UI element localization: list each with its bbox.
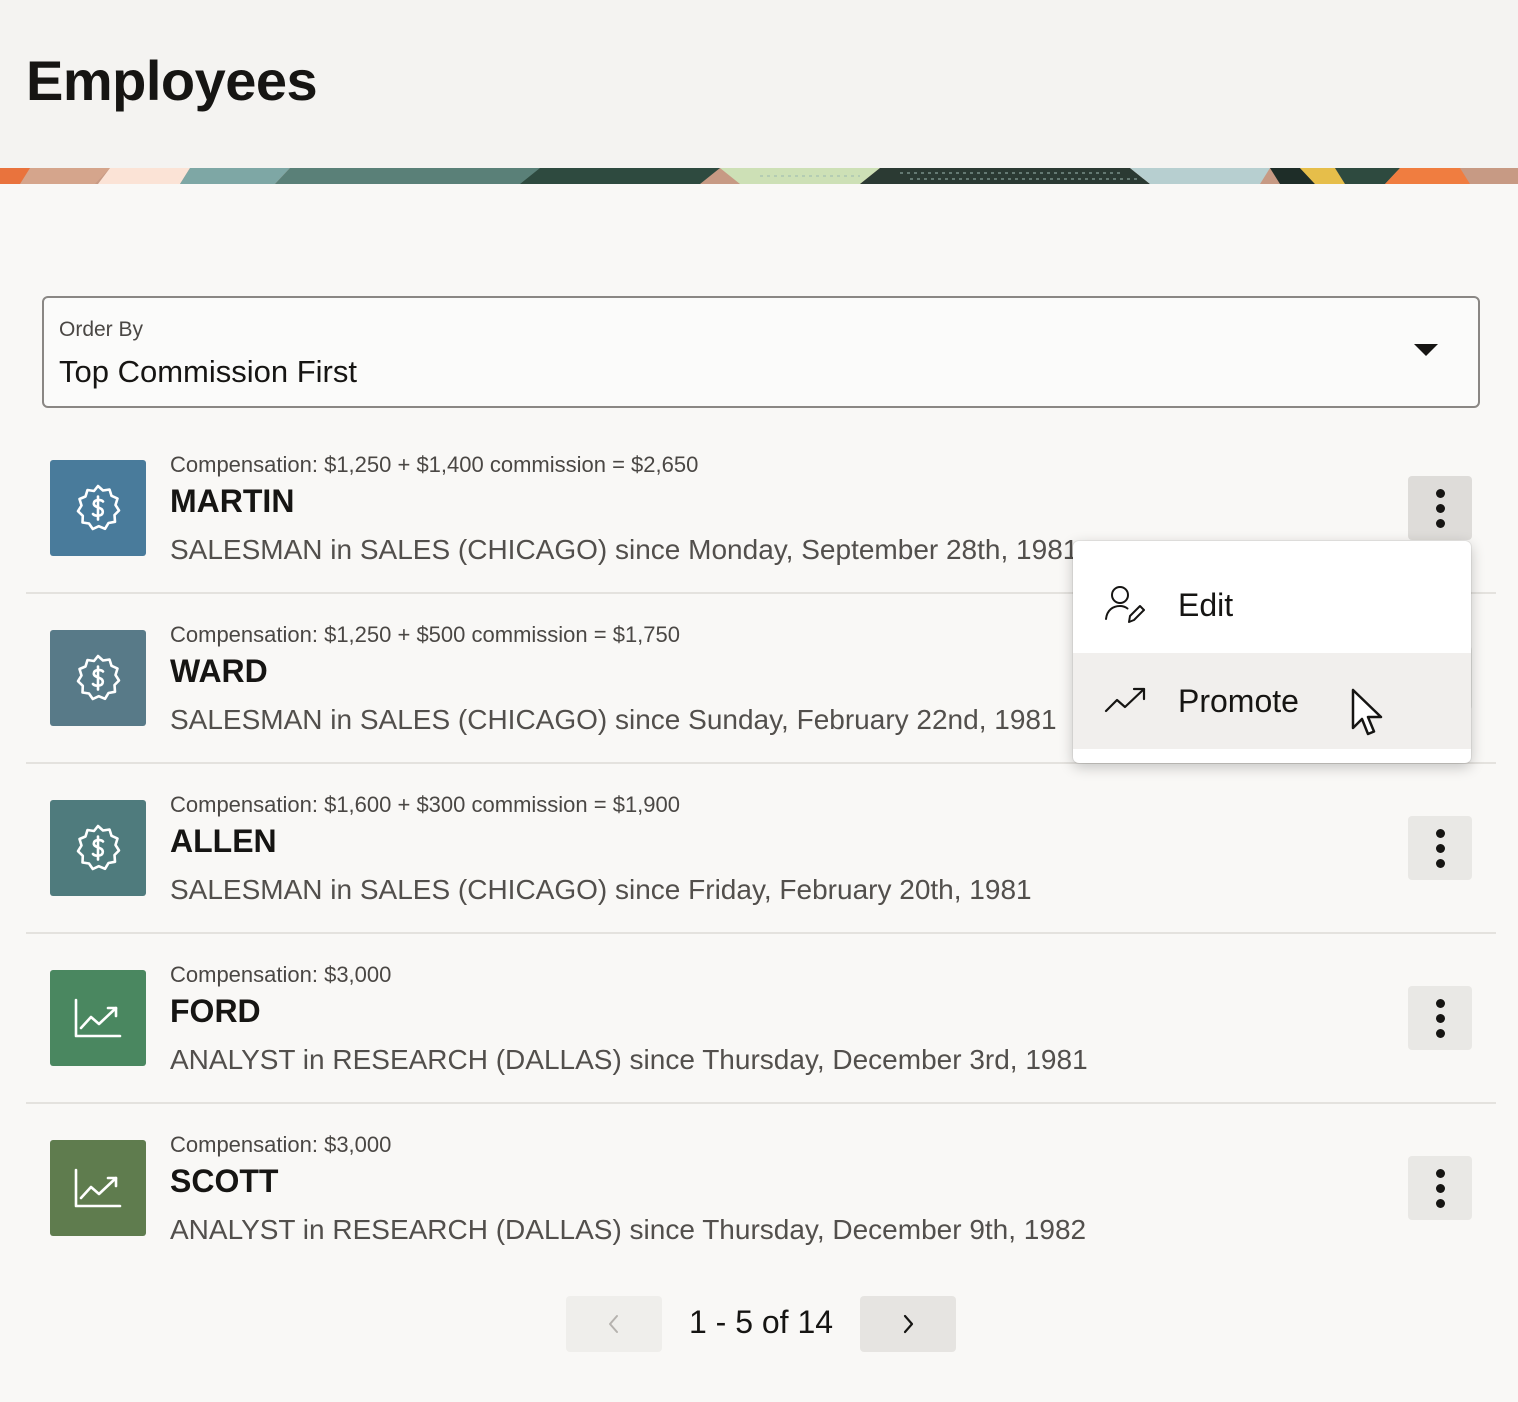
menu-item-label: Edit: [1178, 586, 1234, 623]
employee-compensation: Compensation: $3,000: [170, 962, 392, 987]
trend-chart-icon: [50, 970, 146, 1066]
employee-row[interactable]: Compensation: $1,600 + $300 commission =…: [26, 764, 1496, 934]
employee-compensation: Compensation: $1,250 + $1,400 commission…: [170, 452, 699, 477]
menu-item-label: Promote: [1178, 682, 1299, 719]
caret-down-icon: [1414, 344, 1438, 356]
kebab-dot: [1435, 1168, 1445, 1178]
edit-user-icon: [1105, 586, 1145, 623]
employee-description: SALESMAN in SALES (CHICAGO) since Sunday…: [170, 704, 1057, 735]
employee-description: SALESMAN in SALES (CHICAGO) since Friday…: [170, 874, 1032, 905]
employee-name: ALLEN: [170, 823, 277, 859]
trending-up-icon: [1104, 687, 1146, 713]
employee-name: FORD: [170, 993, 261, 1029]
employee-name: SCOTT: [170, 1163, 279, 1199]
decorative-banner: [0, 168, 1518, 184]
employee-description: SALESMAN in SALES (CHICAGO) since Monday…: [170, 534, 1079, 565]
kebab-dot: [1435, 1183, 1445, 1193]
order-by-value: Top Commission First: [59, 354, 357, 389]
kebab-dot: [1435, 998, 1445, 1008]
chevron-right-icon: [903, 1314, 914, 1334]
actions-menu: Edit Promote: [1073, 541, 1471, 763]
menu-item-promote[interactable]: Promote: [1073, 653, 1471, 749]
kebab-dot: [1435, 1198, 1445, 1208]
chevron-left-icon: [609, 1315, 618, 1333]
kebab-dot: [1435, 503, 1445, 513]
employee-name: WARD: [170, 653, 268, 689]
employee-row[interactable]: Compensation: $3,000 SCOTT ANALYST in RE…: [26, 1104, 1496, 1274]
kebab-dot: [1435, 828, 1445, 838]
kebab-dot: [1435, 488, 1445, 498]
previous-page-button[interactable]: [566, 1296, 662, 1352]
trend-chart-icon: [50, 1140, 146, 1236]
more-actions-button[interactable]: [1408, 986, 1472, 1050]
employee-description: ANALYST in RESEARCH (DALLAS) since Thurs…: [170, 1214, 1087, 1245]
employee-compensation: Compensation: $1,250 + $500 commission =…: [170, 622, 680, 647]
kebab-dot: [1435, 1013, 1445, 1023]
kebab-dot: [1435, 1028, 1445, 1038]
employee-description: ANALYST in RESEARCH (DALLAS) since Thurs…: [170, 1044, 1088, 1075]
page-title: Employees: [26, 49, 318, 112]
next-page-button[interactable]: [860, 1296, 956, 1352]
mouse-cursor-icon: [1351, 688, 1383, 736]
more-actions-button[interactable]: [1408, 476, 1472, 540]
order-by-label: Order By: [59, 318, 144, 341]
kebab-dot: [1435, 518, 1445, 528]
page-header: Employees: [0, 0, 1518, 168]
dollar-badge-icon: [50, 630, 146, 726]
order-by-select[interactable]: Order By Top Commission First: [42, 296, 1480, 408]
menu-item-edit[interactable]: Edit: [1073, 557, 1471, 653]
employee-compensation: Compensation: $1,600 + $300 commission =…: [170, 792, 680, 817]
dollar-badge-icon: [50, 460, 146, 556]
pagination-status: 1 - 5 of 14: [688, 1304, 834, 1340]
more-actions-button[interactable]: [1408, 816, 1472, 880]
kebab-dot: [1435, 858, 1445, 868]
employee-row[interactable]: Compensation: $3,000 FORD ANALYST in RES…: [26, 934, 1496, 1104]
page: Employees Order By Top Commission First …: [0, 0, 1518, 1402]
kebab-dot: [1435, 843, 1445, 853]
employee-name: MARTIN: [170, 483, 295, 519]
employee-compensation: Compensation: $3,000: [170, 1132, 392, 1157]
more-actions-button[interactable]: [1408, 1156, 1472, 1220]
dollar-badge-icon: [50, 800, 146, 896]
